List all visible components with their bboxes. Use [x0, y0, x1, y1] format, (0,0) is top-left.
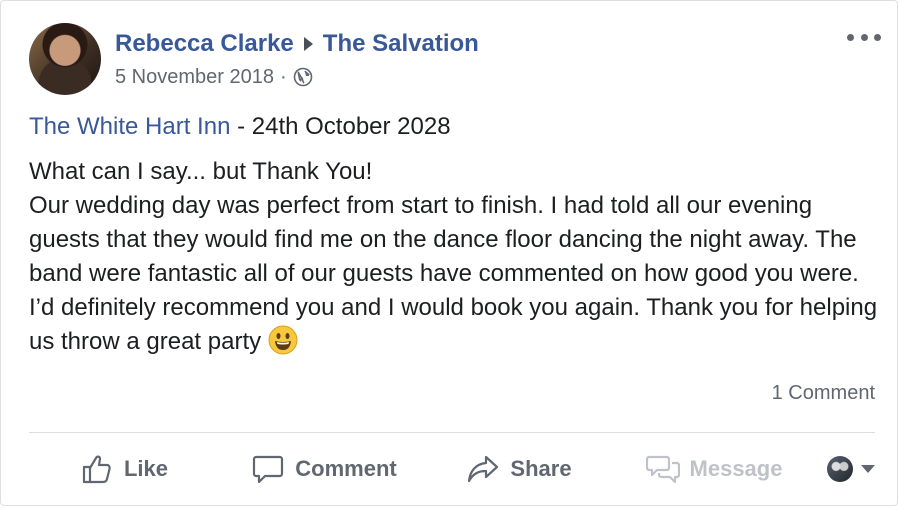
- message-button[interactable]: Message: [609, 441, 819, 497]
- share-icon: [468, 455, 499, 483]
- comment-label: Comment: [295, 456, 397, 481]
- like-label: Like: [123, 456, 169, 481]
- meta-separator: ·: [279, 65, 287, 88]
- comment-icon: [253, 455, 284, 484]
- post-meta: 5 November 2018 ·: [115, 65, 313, 89]
- comment-count[interactable]: 1 Comment: [772, 382, 875, 405]
- like-button[interactable]: Like: [29, 441, 219, 497]
- share-button[interactable]: Share: [429, 441, 609, 497]
- share-label: Share: [510, 456, 572, 481]
- post-card: Rebecca Clarke The Salvation 5 November …: [0, 0, 898, 506]
- event-date: - 24th October 2028: [230, 113, 451, 140]
- comment-button[interactable]: Comment: [219, 441, 429, 497]
- page-avatar: [827, 456, 853, 482]
- author-name[interactable]: Rebecca Clarke: [115, 30, 294, 58]
- globe-icon[interactable]: [293, 67, 313, 87]
- venue-link[interactable]: The White Hart Inn: [29, 113, 230, 140]
- action-bar: Like Comment Share Message: [29, 441, 875, 497]
- post-body-line: What can I say... but Thank You!: [29, 158, 373, 185]
- like-icon: [82, 455, 111, 484]
- arrow-right-icon: [303, 37, 313, 51]
- post-body-paragraph: Our wedding day was perfect from start t…: [29, 192, 878, 355]
- identity-switcher[interactable]: [827, 456, 875, 482]
- more-icon[interactable]: [847, 27, 881, 47]
- post-body: What can I say... but Thank You! Our wed…: [29, 155, 879, 359]
- dropdown-caret-icon: [861, 465, 875, 473]
- message-label: Message: [689, 456, 783, 481]
- divider: [29, 432, 875, 433]
- post-date[interactable]: 5 November 2018: [115, 66, 274, 89]
- post-title-line: The White Hart Inn - 24th October 2028: [29, 111, 451, 143]
- author-avatar[interactable]: [29, 23, 101, 95]
- smile-emoji-icon: [268, 325, 298, 355]
- page-name[interactable]: The Salvation: [323, 30, 479, 58]
- post-header: Rebecca Clarke The Salvation: [115, 29, 479, 59]
- message-icon: [645, 455, 680, 484]
